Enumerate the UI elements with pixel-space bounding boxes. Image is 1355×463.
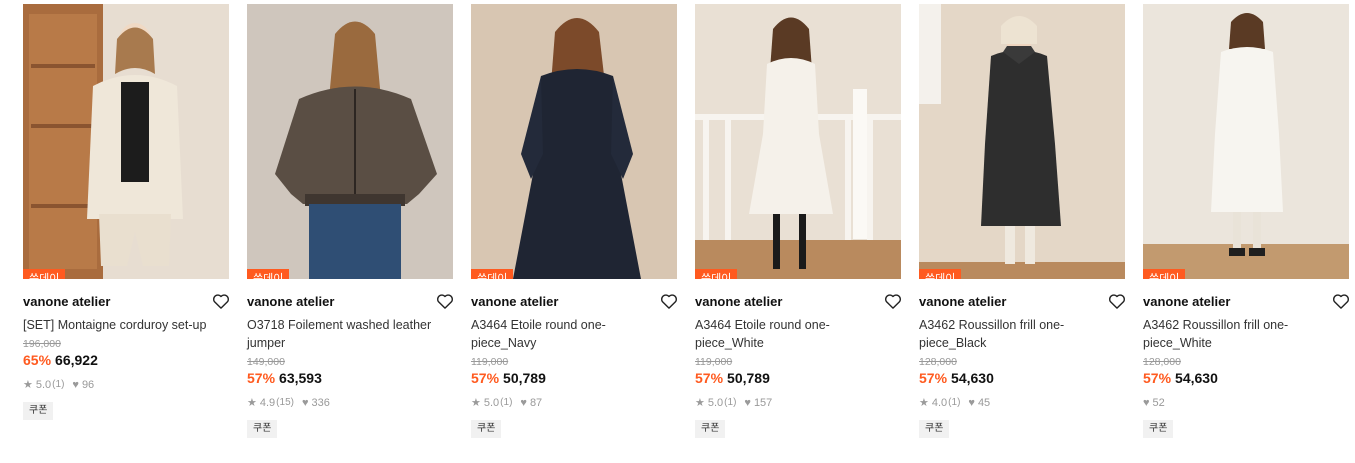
heart-icon[interactable] xyxy=(1107,291,1127,311)
product-image[interactable]: 쓱데이 xyxy=(471,4,677,279)
product-image[interactable]: 쓱데이 xyxy=(1143,4,1349,279)
rating-value: 4.9 xyxy=(259,397,276,409)
rating-value: 4.0 xyxy=(931,397,948,409)
sale-price: 50,789 xyxy=(503,370,546,386)
promo-badge: 쓱데이 xyxy=(471,269,514,279)
brand-name[interactable]: vanone atelier xyxy=(695,294,782,309)
product-name[interactable]: A3462 Roussillon frill one-piece_Black xyxy=(919,316,1119,352)
original-price: 119,000 xyxy=(695,356,733,368)
brand-name[interactable]: vanone atelier xyxy=(1143,294,1230,309)
sale-price: 50,789 xyxy=(727,370,770,386)
product-card[interactable]: 쓱데이 vanone atelier A3464 Etoile round on… xyxy=(695,4,903,438)
product-image[interactable]: 쓱데이 xyxy=(23,4,229,279)
discount-rate: 57% xyxy=(247,370,276,386)
review-count: (1) xyxy=(52,379,65,390)
product-photo xyxy=(247,4,453,279)
product-card[interactable]: 쓱데이 vanone atelier A3462 Roussillon fril… xyxy=(1143,4,1351,438)
original-price: 128,000 xyxy=(1143,356,1181,368)
heart-icon[interactable] xyxy=(435,291,455,311)
brand-name[interactable]: vanone atelier xyxy=(919,294,1006,309)
promo-badge: 쓱데이 xyxy=(695,269,738,279)
product-name[interactable]: A3462 Roussillon frill one-piece_White xyxy=(1143,316,1343,352)
heart-filled-icon: ♥ xyxy=(520,397,527,409)
discount-rate: 57% xyxy=(919,370,948,386)
coupon-tag: 쿠폰 xyxy=(247,420,278,438)
heart-icon[interactable] xyxy=(211,291,231,311)
like-count: 336 xyxy=(311,397,330,409)
heart-filled-icon: ♥ xyxy=(968,397,975,409)
product-name[interactable]: A3464 Etoile round one-piece_Navy xyxy=(471,316,671,352)
product-grid: 쓱데이 vanone atelier [SET] Montaigne cordu… xyxy=(0,0,1355,463)
coupon-tag: 쿠폰 xyxy=(23,402,54,420)
discount-rate: 57% xyxy=(471,370,500,386)
product-photo xyxy=(695,4,901,279)
coupon-tag: 쿠폰 xyxy=(471,420,502,438)
like-count: 87 xyxy=(529,397,543,409)
discount-rate: 57% xyxy=(1143,370,1172,386)
original-price: 196,000 xyxy=(23,338,61,350)
product-photo xyxy=(471,4,677,279)
review-count: (15) xyxy=(276,397,294,408)
original-price: 119,000 xyxy=(471,356,509,368)
heart-filled-icon: ♥ xyxy=(72,379,79,391)
coupon-tag: 쿠폰 xyxy=(695,420,726,438)
promo-badge: 쓱데이 xyxy=(23,269,66,279)
product-card[interactable]: 쓱데이 vanone atelier [SET] Montaigne cordu… xyxy=(23,4,231,420)
star-icon: ★ xyxy=(23,379,33,391)
product-card[interactable]: 쓱데이 vanone atelier A3464 Etoile round on… xyxy=(471,4,679,438)
coupon-tag: 쿠폰 xyxy=(1143,420,1174,438)
heart-icon[interactable] xyxy=(1331,291,1351,311)
review-count: (1) xyxy=(724,397,737,408)
promo-badge: 쓱데이 xyxy=(919,269,962,279)
heart-filled-icon: ♥ xyxy=(301,397,309,409)
coupon-tag: 쿠폰 xyxy=(919,420,950,438)
star-icon: ★ xyxy=(695,397,705,409)
brand-name[interactable]: vanone atelier xyxy=(247,294,334,309)
sale-price: 66,922 xyxy=(55,352,98,368)
rating-value: 5.0 xyxy=(483,397,500,409)
review-count: (1) xyxy=(948,397,961,408)
like-count: 96 xyxy=(81,379,95,391)
product-name[interactable]: [SET] Montaigne corduroy set-up xyxy=(23,316,223,334)
product-card[interactable]: 쓱데이 vanone atelier A3462 Roussillon fril… xyxy=(919,4,1127,438)
product-photo xyxy=(1143,4,1349,279)
discount-rate: 57% xyxy=(695,370,724,386)
rating-value: 5.0 xyxy=(707,397,724,409)
heart-filled-icon: ♥ xyxy=(1143,397,1150,409)
like-count: 52 xyxy=(1152,397,1165,409)
brand-name[interactable]: vanone atelier xyxy=(23,294,110,309)
sale-price: 63,593 xyxy=(279,370,322,386)
sale-price: 54,630 xyxy=(1175,370,1218,386)
heart-icon[interactable] xyxy=(883,291,903,311)
star-icon: ★ xyxy=(247,397,257,409)
like-count: 45 xyxy=(977,397,991,409)
rating-value: 5.0 xyxy=(35,379,52,391)
product-photo xyxy=(919,4,1125,279)
promo-badge: 쓱데이 xyxy=(247,269,290,279)
like-count: 157 xyxy=(753,397,773,409)
original-price: 128,000 xyxy=(919,356,957,368)
star-icon: ★ xyxy=(919,397,929,409)
product-card[interactable]: 쓱데이 vanone atelier O3718 Foilement washe… xyxy=(247,4,455,438)
star-icon: ★ xyxy=(471,397,481,409)
brand-name[interactable]: vanone atelier xyxy=(471,294,558,309)
original-price: 149,000 xyxy=(247,356,285,368)
product-photo xyxy=(23,4,229,279)
product-name[interactable]: O3718 Foilement washed leather jumper xyxy=(247,316,447,352)
product-image[interactable]: 쓱데이 xyxy=(695,4,901,279)
sale-price: 54,630 xyxy=(951,370,994,386)
review-count: (1) xyxy=(500,397,513,408)
product-name[interactable]: A3464 Etoile round one-piece_White xyxy=(695,316,895,352)
product-image[interactable]: 쓱데이 xyxy=(247,4,453,279)
heart-icon[interactable] xyxy=(659,291,679,311)
heart-filled-icon: ♥ xyxy=(744,397,751,409)
discount-rate: 65% xyxy=(23,352,52,368)
product-image[interactable]: 쓱데이 xyxy=(919,4,1125,279)
promo-badge: 쓱데이 xyxy=(1143,269,1186,279)
